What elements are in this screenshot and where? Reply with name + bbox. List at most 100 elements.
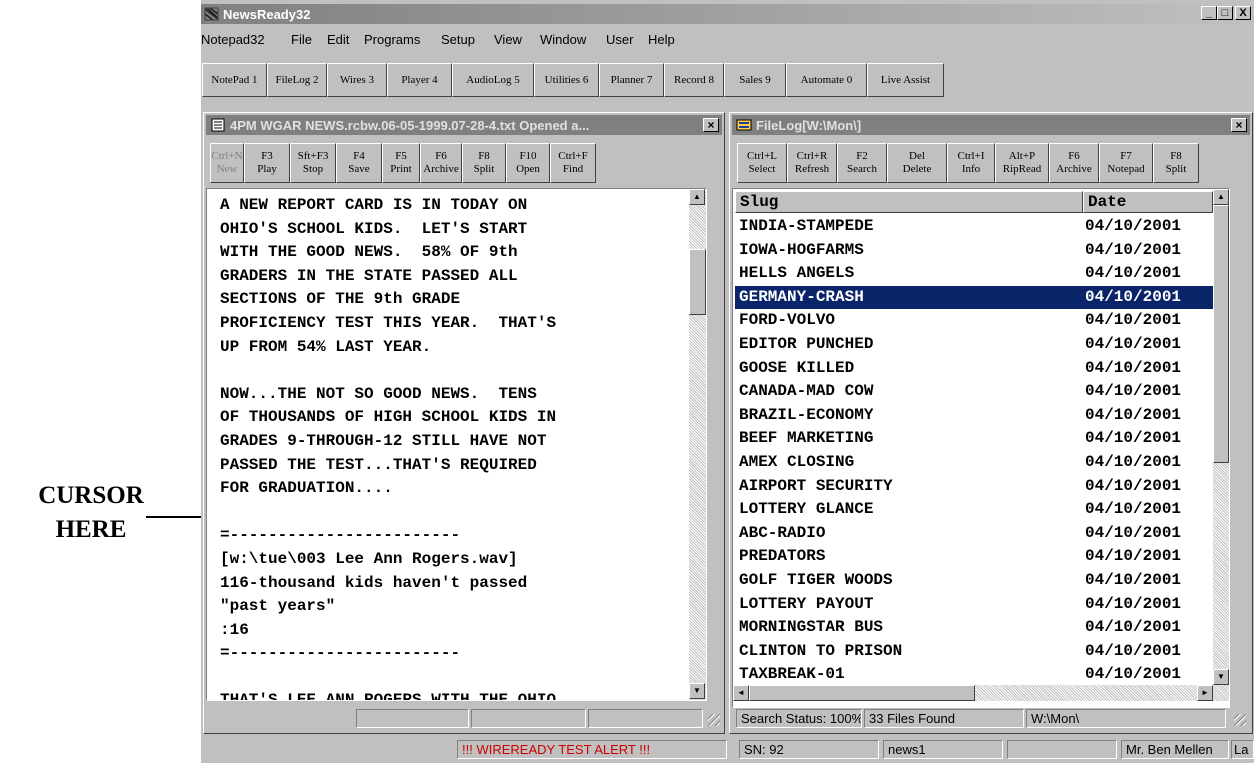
- fkey-open-button[interactable]: F10 Open: [506, 143, 550, 183]
- list-item[interactable]: EDITOR PUNCHED 04/10/2001: [735, 333, 1221, 356]
- list-item-date: 04/10/2001: [1085, 618, 1182, 637]
- fkey-split-filelog-button[interactable]: F8 Split: [1153, 143, 1199, 183]
- toolbar-filelog-button[interactable]: FileLog 2: [267, 63, 327, 97]
- fkey-delete-button[interactable]: Del Delete: [887, 143, 947, 183]
- filelog-vertical-scrollbar[interactable]: ▲ ▼: [1213, 189, 1229, 685]
- menu-file[interactable]: File: [291, 32, 312, 47]
- fkey-print-button[interactable]: F5 Print: [382, 143, 420, 183]
- list-item[interactable]: CANADA-MAD COW 04/10/2001: [735, 380, 1221, 403]
- list-item-slug: GERMANY-CRASH: [739, 287, 864, 306]
- toolbar-automate-button[interactable]: Automate 0: [786, 63, 867, 97]
- close-button[interactable]: X: [1235, 6, 1251, 20]
- fkey-ripread-button[interactable]: Alt+P RipRead: [995, 143, 1049, 183]
- blank-status: [1007, 740, 1117, 759]
- list-item[interactable]: IOWA-HOGFARMS 04/10/2001: [735, 239, 1221, 262]
- scroll-down-icon[interactable]: ▼: [689, 683, 705, 699]
- list-item[interactable]: HELLS ANGELS 04/10/2001: [735, 262, 1221, 285]
- filelog-scroll-right-icon[interactable]: ►: [1197, 685, 1213, 701]
- menu-programs[interactable]: Programs: [364, 32, 420, 47]
- alert-status: !!! WIREREADY TEST ALERT !!!: [457, 740, 727, 759]
- fkey-new-button[interactable]: Ctrl+N New: [210, 143, 244, 183]
- toolbar-player-button[interactable]: Player 4: [387, 63, 452, 97]
- list-item[interactable]: AIRPORT SECURITY 04/10/2001: [735, 475, 1221, 498]
- list-item[interactable]: CLINTON TO PRISON 04/10/2001: [735, 640, 1221, 663]
- toolbar-record-button[interactable]: Record 8: [664, 63, 724, 97]
- list-item[interactable]: AMEX CLOSING 04/10/2001: [735, 451, 1221, 474]
- toolbar-notepad-button[interactable]: NotePad 1: [202, 63, 267, 97]
- filelog-scroll-left-icon[interactable]: ◄: [733, 685, 749, 701]
- fkey-info-button[interactable]: Ctrl+I Info: [947, 143, 995, 183]
- menu-window[interactable]: Window: [540, 32, 586, 47]
- fkey-notepad-button[interactable]: F7 Notepad: [1099, 143, 1153, 183]
- app-title: NewsReady32: [223, 7, 311, 22]
- toolbar-sales-button[interactable]: Sales 9: [724, 63, 786, 97]
- list-item[interactable]: BEEF MARKETING 04/10/2001: [735, 427, 1221, 450]
- notepad-statusbar: [206, 709, 722, 729]
- filelog-titlebar[interactable]: FileLog[W:\Mon\] ×: [732, 115, 1250, 135]
- list-item[interactable]: LOTTERY PAYOUT 04/10/2001: [735, 593, 1221, 616]
- notepad-vertical-scrollbar[interactable]: ▲ ▼: [689, 189, 706, 700]
- list-item[interactable]: GOOSE KILLED 04/10/2001: [735, 357, 1221, 380]
- filelog-scroll-thumb[interactable]: [1213, 205, 1229, 463]
- menu-view[interactable]: View: [494, 32, 522, 47]
- notepad-text[interactable]: A NEW REPORT CARD IS IN TODAY ON OHIO'S …: [220, 194, 556, 700]
- filelog-scroll-up-icon[interactable]: ▲: [1213, 189, 1229, 205]
- list-item-date: 04/10/2001: [1085, 217, 1182, 235]
- fkey-stop-button[interactable]: Sft+F3 Stop: [290, 143, 336, 183]
- fkey-split-button[interactable]: F8 Split: [462, 143, 506, 183]
- menu-help[interactable]: Help: [648, 32, 675, 47]
- minimize-button[interactable]: _: [1201, 6, 1217, 20]
- fkey-search-button[interactable]: F2 Search: [837, 143, 887, 183]
- filelog-list[interactable]: Slug Date INDIA-STAMPEDE 04/10/2001 IOWA-H…: [732, 188, 1230, 708]
- toolbar-planner-button[interactable]: Planner 7: [599, 63, 664, 97]
- toolbar-utilities-button[interactable]: Utilities 6: [534, 63, 599, 97]
- fkey-archive-filelog-button[interactable]: F6 Archive: [1049, 143, 1099, 183]
- notepad-function-keys: Ctrl+N New F3 Play Sft+F3 Stop F4 Save F5 Pri…: [210, 143, 596, 185]
- app-titlebar[interactable]: NewsReady32 _ □ X: [201, 4, 1254, 24]
- filelog-hscroll-thumb[interactable]: [749, 685, 975, 701]
- menu-user[interactable]: User: [606, 32, 633, 47]
- list-item[interactable]: FORD-VOLVO 04/10/2001: [735, 309, 1221, 332]
- filelog-scroll-down-icon[interactable]: ▼: [1213, 669, 1229, 685]
- list-item[interactable]: INDIA-STAMPEDE 04/10/2001: [735, 215, 1221, 238]
- toolbar-liveassist-button[interactable]: Live Assist: [867, 63, 944, 97]
- menu-setup[interactable]: Setup: [441, 32, 475, 47]
- list-item[interactable]: GOLF TIGER WOODS 04/10/2001: [735, 569, 1221, 592]
- toolbar-audiolog-button[interactable]: AudioLog 5: [452, 63, 534, 97]
- scroll-up-icon[interactable]: ▲: [689, 189, 705, 205]
- filelog-horizontal-scrollbar[interactable]: ◄ ►: [733, 685, 1229, 701]
- fkey-play-button[interactable]: F3 Play: [244, 143, 290, 183]
- list-item[interactable]: BRAZIL-ECONOMY 04/10/2001: [735, 404, 1221, 427]
- menu-notepad32[interactable]: Notepad32: [201, 32, 265, 47]
- fkey-select-button[interactable]: Ctrl+L Select: [737, 143, 787, 183]
- maximize-button[interactable]: □: [1217, 6, 1233, 20]
- list-item-date: 04/10/2001: [1085, 287, 1182, 306]
- menu-edit[interactable]: Edit: [327, 32, 349, 47]
- notepad-scroll-thumb[interactable]: [689, 249, 706, 315]
- list-item-date: 04/10/2001: [1085, 571, 1182, 589]
- list-item[interactable]: LOTTERY GLANCE 04/10/2001: [735, 498, 1221, 521]
- notepad-resize-grip-icon[interactable]: [708, 714, 720, 726]
- column-header-date[interactable]: Date: [1083, 191, 1213, 213]
- column-header-slug[interactable]: Slug: [735, 191, 1083, 213]
- list-item[interactable]: MORNINGSTAR BUS 04/10/2001: [735, 616, 1221, 639]
- list-item[interactable]: TAXBREAK-01 04/10/2001: [735, 663, 1221, 686]
- notepad-status-cell-2: [471, 709, 586, 728]
- filelog-close-button[interactable]: ×: [1231, 118, 1247, 132]
- fkey-find-button[interactable]: Ctrl+F Find: [550, 143, 596, 183]
- notepad-window: 4PM WGAR NEWS.rcbw.06-05-1999.07-28-4.tx…: [203, 112, 725, 734]
- list-item-slug: GOLF TIGER WOODS: [739, 571, 893, 589]
- list-item[interactable]: GERMANY-CRASH 04/10/2001: [735, 285, 1221, 309]
- notepad-titlebar[interactable]: 4PM WGAR NEWS.rcbw.06-05-1999.07-28-4.tx…: [206, 115, 722, 135]
- list-item-date: 04/10/2001: [1085, 311, 1182, 330]
- notepad-close-button[interactable]: ×: [703, 118, 719, 132]
- toolbar-wires-button[interactable]: Wires 3: [327, 63, 387, 97]
- fkey-archive-button[interactable]: F6 Archive: [420, 143, 462, 183]
- notepad-editor[interactable]: A NEW REPORT CARD IS IN TODAY ON OHIO'S …: [206, 188, 707, 701]
- fkey-refresh-button[interactable]: Ctrl+R Refresh: [787, 143, 837, 183]
- fkey-save-button[interactable]: F4 Save: [336, 143, 382, 183]
- list-item-slug: LOTTERY GLANCE: [739, 500, 874, 519]
- list-item[interactable]: ABC-RADIO 04/10/2001: [735, 522, 1221, 545]
- filelog-resize-grip-icon[interactable]: [1234, 714, 1246, 726]
- list-item[interactable]: PREDATORS 04/10/2001: [735, 545, 1221, 568]
